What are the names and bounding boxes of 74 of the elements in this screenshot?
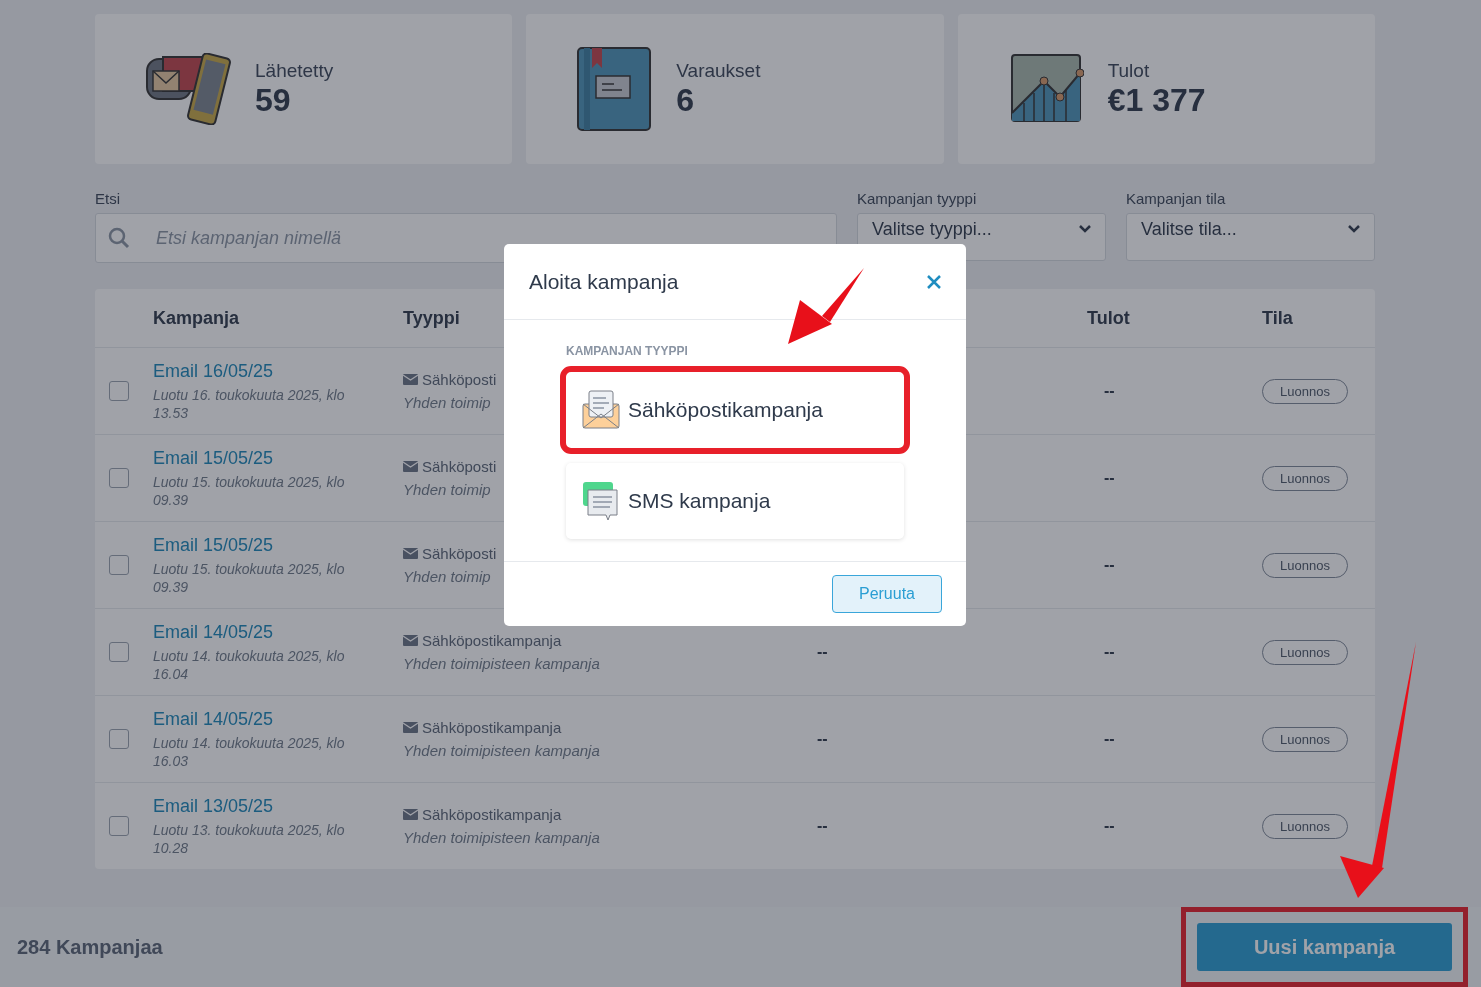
open-envelope-icon: [582, 390, 620, 430]
table-cell-text: --: [816, 643, 829, 661]
table-cell-text: --: [816, 817, 829, 835]
campaign-scope: Yhden toimipisteen kampanja: [403, 829, 601, 846]
campaign-link[interactable]: Email 14/05/25: [153, 621, 403, 643]
campaign-type: Sähköposti: [422, 458, 497, 475]
campaign-type: Sähköposti: [422, 371, 497, 388]
row-checkbox[interactable]: [109, 642, 129, 662]
filter-label: Kampanjan tyyppi: [857, 190, 978, 207]
chevron-down-icon: [1348, 225, 1360, 233]
column-header: Tulot: [1087, 307, 1131, 329]
column-header: Tyyppi: [403, 307, 461, 329]
campaign-link[interactable]: Email 15/05/25: [153, 447, 403, 469]
created-date: Luotu 15. toukokuuta 2025, klo 09.39: [153, 472, 346, 509]
row-checkbox[interactable]: [109, 816, 129, 836]
created-date: Luotu 15. toukokuuta 2025, klo 09.39: [153, 559, 346, 596]
campaign-type-option[interactable]: SMS kampanja: [566, 463, 904, 539]
filter-label: Kampanjan tila: [1126, 190, 1227, 207]
search-input[interactable]: Etsi kampanjan nimellä: [154, 226, 836, 250]
chat-bubbles-icon: [582, 481, 620, 521]
stat-value: €1 377: [1107, 81, 1206, 119]
envelope-icon: [403, 461, 418, 472]
created-date: Luotu 14. toukokuuta 2025, klo 16.03: [153, 733, 346, 770]
revenue-cell-text: --: [1103, 556, 1116, 574]
stat-value: 6: [676, 81, 696, 119]
campaign-scope: Yhden toimip: [403, 568, 492, 585]
envelope-icon: [403, 635, 418, 646]
campaign-scope: Yhden toimipisteen kampanja: [403, 742, 601, 759]
campaign-link[interactable]: Email 13/05/25: [153, 795, 403, 817]
new-campaign-button[interactable]: Uusi kampanja: [1197, 923, 1452, 971]
campaign-scope: Yhden toimip: [403, 481, 492, 498]
revenue-cell-text: --: [1103, 469, 1116, 487]
revenue-cell-text: --: [1103, 817, 1116, 835]
envelope-icon: [403, 809, 418, 820]
campaign-type: Sähköpostikampanja: [422, 632, 562, 649]
created-date: Luotu 13. toukokuuta 2025, klo 10.28: [153, 820, 346, 857]
book-icon: [576, 46, 653, 132]
row-checkbox[interactable]: [109, 729, 129, 749]
campaign-type: Sähköposti: [422, 545, 497, 562]
chevron-down-icon: [1079, 225, 1091, 233]
filter-select[interactable]: Valitse tila...: [1126, 213, 1375, 261]
cancel-button[interactable]: Peruuta: [832, 575, 942, 613]
stat-label: Tulot: [1107, 59, 1151, 82]
created-date: Luotu 16. toukokuuta 2025, klo 13.53: [153, 385, 346, 422]
column-header: Kampanja: [153, 307, 241, 329]
campaign-count: 284 Kampanjaa: [17, 935, 163, 959]
revenue-cell-text: --: [1103, 730, 1116, 748]
stat-label: Varaukset: [676, 59, 761, 82]
close-button[interactable]: [926, 273, 942, 290]
envelope-icon: [403, 374, 418, 385]
revenue-cell-text: --: [1103, 382, 1116, 400]
campaign-link[interactable]: Email 16/05/25: [153, 360, 403, 382]
section-label: KAMPANJAN TYYPPI: [566, 344, 689, 358]
created-date: Luotu 14. toukokuuta 2025, klo 16.04: [153, 646, 346, 683]
campaign-scope: Yhden toimipisteen kampanja: [403, 655, 601, 672]
column-header: Tila: [1262, 307, 1294, 329]
envelope-icon: [403, 722, 418, 733]
search-label: Etsi: [95, 190, 121, 207]
row-checkbox[interactable]: [109, 555, 129, 575]
revenue-cell-text: --: [1103, 643, 1116, 661]
row-checkbox[interactable]: [109, 381, 129, 401]
table-cell-text: --: [816, 730, 829, 748]
stat-label: Lähetetty: [255, 59, 334, 82]
modal-title: Aloita kampanja: [529, 269, 679, 294]
row-checkbox[interactable]: [109, 468, 129, 488]
campaign-scope: Yhden toimip: [403, 394, 492, 411]
stat-value: 59: [255, 81, 292, 119]
campaign-type: Sähköpostikampanja: [422, 806, 562, 823]
campaign-link[interactable]: Email 14/05/25: [153, 708, 403, 730]
search-icon: [108, 227, 130, 249]
campaign-type: Sähköpostikampanja: [422, 719, 562, 736]
mailbox-phone-icon: [145, 53, 231, 125]
envelope-icon: [403, 548, 418, 559]
campaign-link[interactable]: Email 15/05/25: [153, 534, 403, 556]
